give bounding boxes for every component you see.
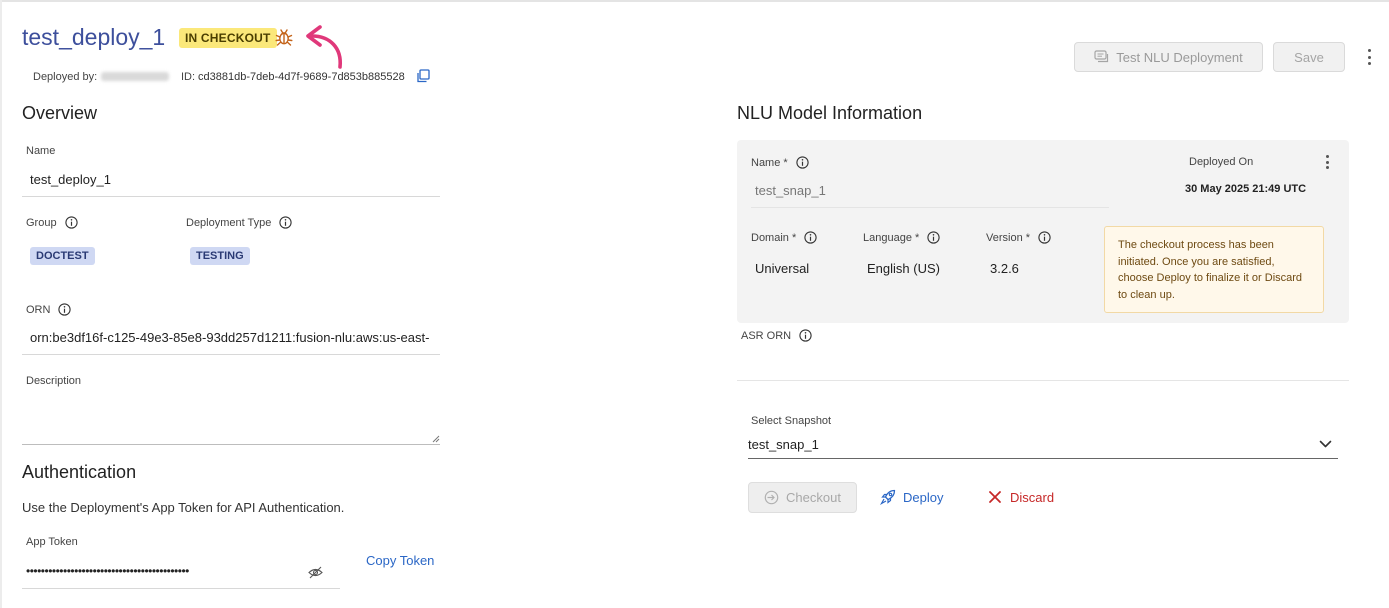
info-icon[interactable] bbox=[799, 329, 812, 342]
discard-label: Discard bbox=[1010, 489, 1055, 505]
info-icon[interactable] bbox=[927, 231, 940, 244]
save-button[interactable]: Save bbox=[1273, 42, 1345, 72]
info-icon[interactable] bbox=[58, 303, 72, 316]
info-icon[interactable] bbox=[1038, 231, 1051, 244]
deploy-button[interactable]: Deploy bbox=[880, 487, 943, 507]
snapshot-select[interactable]: test_snap_1 bbox=[748, 437, 819, 452]
group-label: Group bbox=[26, 216, 78, 229]
chevron-down-icon[interactable] bbox=[1319, 440, 1332, 449]
close-icon bbox=[989, 491, 1001, 503]
eye-slash-icon[interactable] bbox=[308, 566, 323, 579]
orn-label: ORN bbox=[26, 303, 72, 316]
copy-token-link[interactable]: Copy Token bbox=[366, 553, 434, 568]
section-divider bbox=[737, 380, 1349, 381]
checkout-label: Checkout bbox=[786, 490, 841, 505]
name-field[interactable]: test_deploy_1 bbox=[30, 172, 111, 187]
info-icon[interactable] bbox=[279, 216, 293, 229]
test-nlu-deployment-button[interactable]: Test NLU Deployment bbox=[1074, 42, 1263, 72]
info-icon[interactable] bbox=[804, 231, 817, 244]
model-more-options-icon[interactable] bbox=[1322, 155, 1332, 169]
asr-orn-label: ASR ORN bbox=[741, 329, 812, 342]
info-icon[interactable] bbox=[64, 216, 78, 229]
nlu-model-heading: NLU Model Information bbox=[737, 103, 923, 123]
select-snapshot-label: Select Snapshot bbox=[751, 415, 832, 427]
deploy-label: Deploy bbox=[903, 489, 944, 505]
overview-heading: Overview bbox=[22, 103, 98, 123]
model-name-underline bbox=[751, 207, 1109, 208]
page-title: test_deploy_1 bbox=[22, 24, 166, 50]
pointer-arrow-icon bbox=[306, 25, 342, 69]
discard-button[interactable]: Discard bbox=[988, 487, 1054, 507]
checkout-button[interactable]: Checkout bbox=[748, 482, 857, 513]
model-name-label: Name * bbox=[751, 156, 809, 169]
id-value: cd3881db-7deb-4d7f-9689-7d853b885528 bbox=[198, 71, 405, 83]
version-label: Version * bbox=[986, 231, 1051, 244]
name-field-underline bbox=[22, 196, 440, 197]
domain-label: Domain * bbox=[751, 231, 817, 244]
deployed-by-label: Deployed by: bbox=[33, 71, 98, 83]
authentication-heading: Authentication bbox=[22, 462, 137, 482]
group-chip: DOCTEST bbox=[30, 247, 95, 265]
deployed-on-label: Deployed On bbox=[1189, 156, 1254, 168]
snapshot-select-underline bbox=[748, 458, 1338, 459]
info-icon[interactable] bbox=[796, 156, 809, 169]
description-label: Description bbox=[26, 375, 82, 387]
top-border bbox=[0, 0, 1389, 2]
resize-handle-icon[interactable] bbox=[432, 435, 440, 443]
test-nlu-deployment-label: Test NLU Deployment bbox=[1116, 49, 1243, 65]
rocket-icon bbox=[880, 489, 896, 505]
deployment-type-label: Deployment Type bbox=[186, 216, 293, 229]
model-name-field: test_snap_1 bbox=[755, 183, 826, 198]
orn-field[interactable]: orn:be3df16f-c125-49e3-85e8-93dd257d1211… bbox=[30, 330, 440, 345]
app-token-field[interactable]: ••••••••••••••••••••••••••••••••••••••••… bbox=[26, 564, 326, 578]
id-label: ID: bbox=[181, 71, 196, 83]
more-options-icon[interactable] bbox=[1364, 49, 1374, 65]
status-badge: IN CHECKOUT bbox=[179, 28, 277, 48]
bug-icon bbox=[275, 29, 293, 46]
deployment-type-chip: TESTING bbox=[190, 247, 250, 265]
domain-value: Universal bbox=[755, 261, 810, 276]
checkout-icon bbox=[764, 490, 779, 505]
description-textarea[interactable] bbox=[22, 398, 440, 445]
copy-icon[interactable] bbox=[416, 69, 430, 83]
deployed-on-value: 30 May 2025 21:49 UTC bbox=[1185, 183, 1307, 195]
redacted-user-name bbox=[101, 72, 169, 81]
app-token-underline bbox=[22, 588, 340, 589]
language-value: English (US) bbox=[867, 261, 940, 276]
chat-icon bbox=[1094, 50, 1109, 63]
orn-field-underline bbox=[22, 354, 440, 355]
authentication-description: Use the Deployment's App Token for API A… bbox=[22, 500, 345, 515]
checkout-notice: The checkout process has been initiated.… bbox=[1104, 226, 1324, 313]
version-value: 3.2.6 bbox=[990, 261, 1019, 276]
left-border bbox=[0, 0, 2, 608]
app-token-label: App Token bbox=[26, 536, 78, 548]
name-label: Name bbox=[26, 145, 56, 157]
language-label: Language * bbox=[863, 231, 940, 244]
